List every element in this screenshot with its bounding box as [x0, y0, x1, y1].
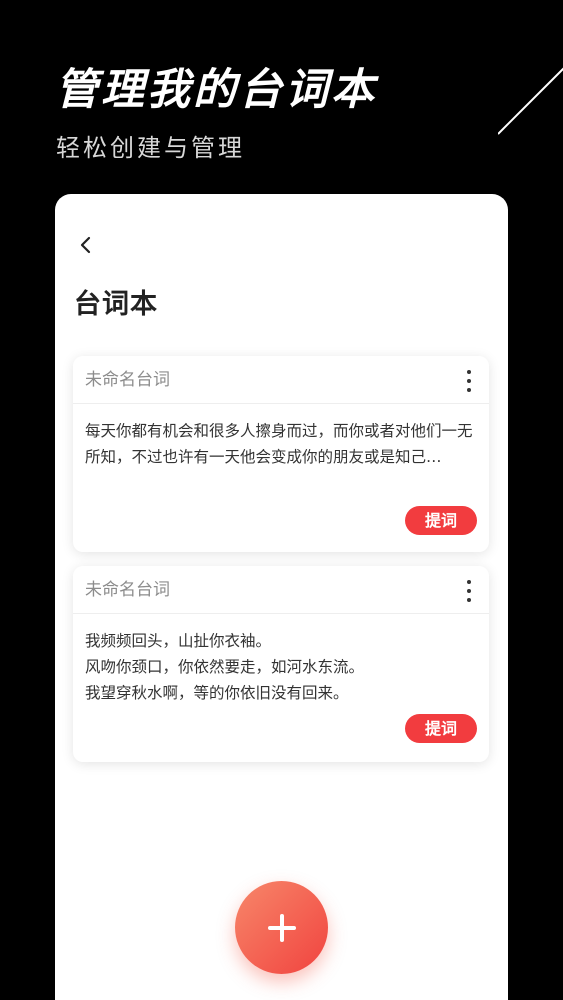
script-card[interactable]: 未命名台词 我频频回头，山扯你衣袖。 风吻你颈口，你依然要走，如河水东流。 我望… — [73, 566, 489, 762]
more-options-button[interactable] — [463, 578, 475, 604]
script-preview: 每天你都有机会和很多人擦身而过，而你或者对他们一无所知，不过也许有一天他会变成你… — [85, 422, 473, 466]
prompt-button[interactable]: 提词 — [405, 714, 477, 743]
back-button[interactable] — [73, 232, 99, 258]
card-header: 未命名台词 — [73, 566, 489, 614]
more-options-button[interactable] — [463, 368, 475, 394]
more-vertical-icon — [467, 370, 471, 374]
script-title: 未命名台词 — [85, 370, 170, 390]
chevron-left-icon — [80, 236, 91, 254]
prompt-button[interactable]: 提词 — [405, 506, 477, 535]
script-preview: 我频频回头，山扯你衣袖。 风吻你颈口，你依然要走，如河水东流。 我望穿秋水啊，等… — [85, 632, 365, 702]
decorative-line — [498, 67, 563, 135]
page-title: 台词本 — [74, 289, 158, 320]
add-script-button[interactable] — [235, 881, 328, 974]
promo-title: 管理我的台词本 — [55, 65, 377, 115]
more-vertical-icon — [467, 580, 471, 584]
script-card[interactable]: 未命名台词 每天你都有机会和很多人擦身而过，而你或者对他们一无所知，不过也许有一… — [73, 356, 489, 552]
plus-icon — [267, 913, 296, 942]
script-title: 未命名台词 — [85, 580, 170, 600]
app-screen: 台词本 未命名台词 每天你都有机会和很多人擦身而过，而你或者对他们一无所知，不过… — [55, 194, 508, 1000]
promo-subtitle: 轻松创建与管理 — [56, 134, 245, 162]
card-header: 未命名台词 — [73, 356, 489, 404]
